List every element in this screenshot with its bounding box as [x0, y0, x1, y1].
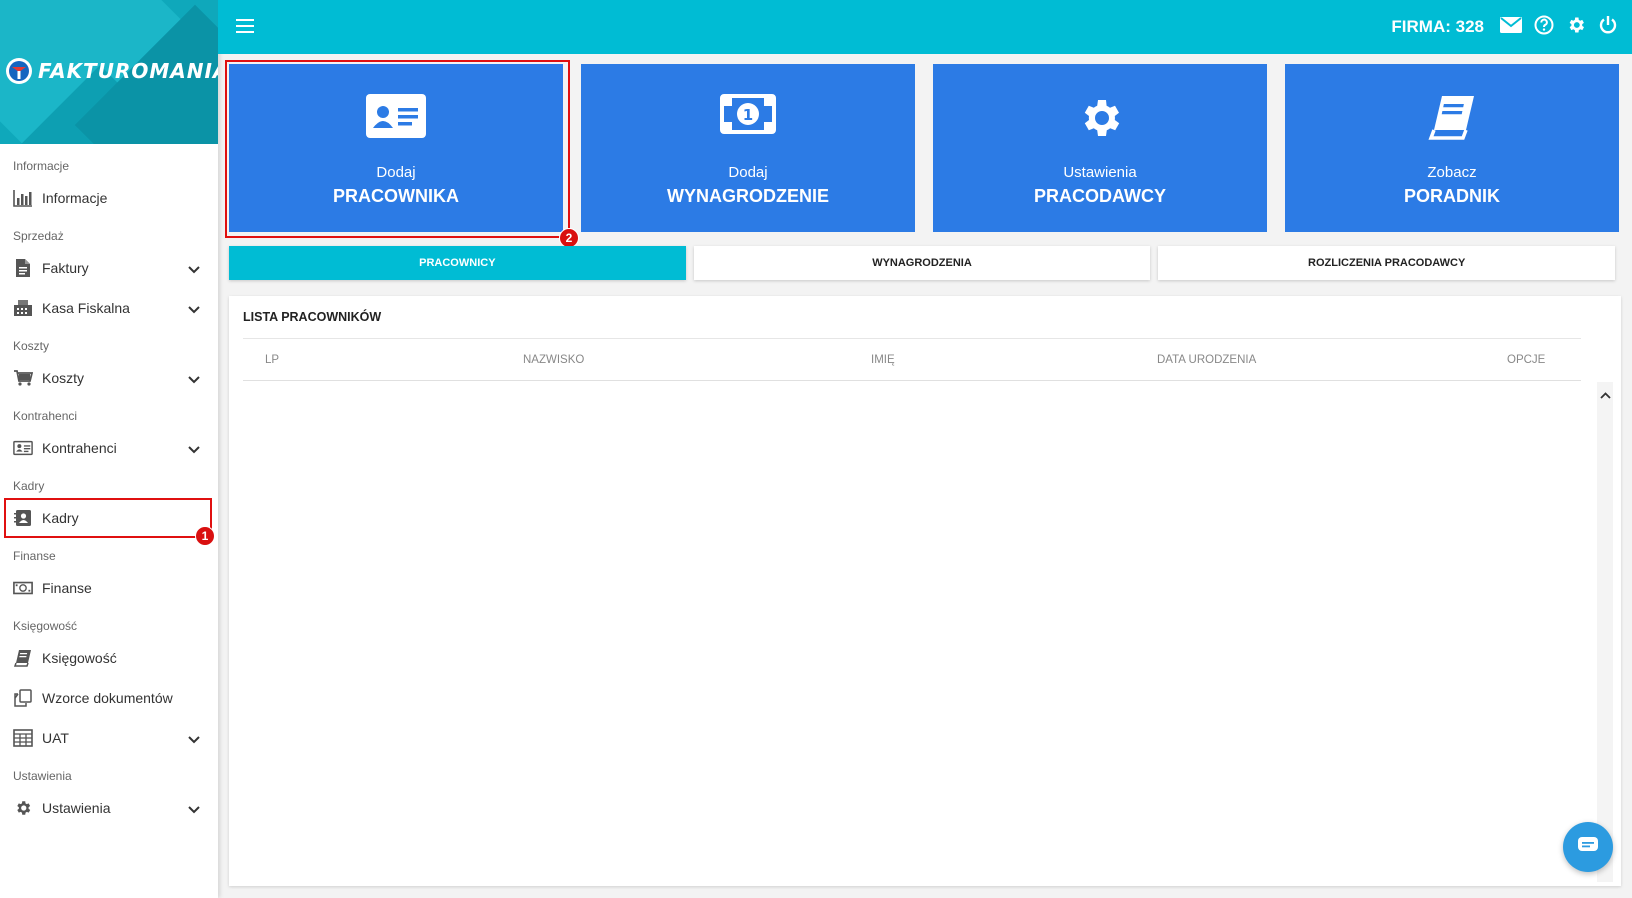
tile-line1: Dodaj — [728, 164, 768, 181]
nav-section-kadry: Kadry — [13, 479, 45, 493]
tile-guide[interactable]: Zobacz PORADNIK — [1285, 64, 1619, 232]
chat-icon — [1577, 836, 1599, 859]
sidebar: FAKTUROMANIA Informacje Informacje Sprze… — [0, 0, 218, 898]
gear-icon[interactable] — [1566, 15, 1586, 40]
sidebar-item-label: Informacje — [42, 190, 108, 206]
book-icon — [13, 649, 33, 667]
money-icon — [13, 579, 33, 597]
column-header-opcje[interactable]: OPCJE — [1507, 354, 1545, 366]
tile-employer-settings[interactable]: Ustawienia PRACODAWCY — [933, 64, 1267, 232]
sidebar-item-label: Finanse — [42, 580, 92, 596]
topbar: FIRMA: 328 — [218, 0, 1632, 54]
scrollbar[interactable] — [1597, 382, 1613, 882]
company-label: FIRMA: 328 — [1391, 17, 1484, 36]
tile-add-salary[interactable]: 1 Dodaj WYNAGRODZENIE — [581, 64, 915, 232]
sidebar-item-uat[interactable]: UAT — [0, 718, 218, 758]
gear-icon — [1076, 94, 1124, 147]
chevron-up-icon[interactable] — [1600, 386, 1611, 404]
tile-line2: PORADNIK — [1403, 186, 1500, 206]
cart-icon — [13, 369, 33, 387]
mail-icon[interactable] — [1500, 16, 1522, 38]
gear-icon — [13, 799, 33, 817]
nav-section-finanse: Finanse — [13, 549, 56, 563]
nav-section-sprzedaz: Sprzedaż — [13, 229, 64, 243]
logo-area: FAKTUROMANIA — [0, 0, 218, 144]
power-icon[interactable] — [1598, 15, 1618, 40]
logo[interactable]: FAKTUROMANIA — [6, 58, 218, 84]
sidebar-item-label: Ustawienia — [42, 800, 111, 816]
sidebar-item-label: Księgowość — [42, 650, 117, 666]
sidebar-item-label: Faktury — [42, 260, 89, 276]
cash-register-icon — [13, 299, 33, 317]
sidebar-nav: Informacje Informacje Sprzedaż Faktury K… — [0, 144, 218, 828]
sidebar-item-kontrahenci[interactable]: Kontrahenci — [0, 428, 218, 468]
employee-list-panel: LISTA PRACOWNIKÓW LP NAZWISKO IMIĘ DATA … — [229, 296, 1621, 886]
sidebar-item-finanse[interactable]: Finanse — [0, 568, 218, 608]
calculator-icon — [13, 729, 33, 747]
id-card-icon — [13, 439, 33, 457]
sidebar-item-kasa-fiskalna[interactable]: Kasa Fiskalna — [0, 288, 218, 328]
help-icon[interactable] — [1534, 15, 1554, 40]
chevron-down-icon[interactable] — [188, 731, 200, 747]
tab-pracownicy[interactable]: PRACOWNICY — [229, 246, 686, 280]
sidebar-item-label: UAT — [42, 730, 69, 746]
column-header-imie[interactable]: IMIĘ — [871, 354, 895, 366]
document-icon — [13, 259, 33, 277]
chevron-down-icon[interactable] — [188, 371, 200, 387]
sidebar-item-faktury[interactable]: Faktury — [0, 248, 218, 288]
nav-section-ksiegowosc: Księgowość — [13, 619, 78, 633]
chevron-down-icon[interactable] — [188, 801, 200, 817]
copy-icon — [13, 689, 33, 707]
hamburger-menu-icon[interactable] — [236, 18, 254, 34]
sidebar-item-informacje[interactable]: Informacje — [0, 178, 218, 218]
book-icon — [1428, 94, 1476, 145]
table-header: LP NAZWISKO IMIĘ DATA URODZENIA OPCJE — [243, 339, 1581, 381]
sidebar-item-label: Kasa Fiskalna — [42, 300, 130, 316]
sidebar-item-label: Kontrahenci — [42, 440, 117, 456]
chat-button[interactable] — [1563, 822, 1613, 872]
column-header-lp[interactable]: LP — [265, 354, 279, 366]
tile-line2: PRACODAWCY — [1033, 186, 1166, 206]
bar-chart-icon — [13, 189, 33, 207]
chevron-down-icon[interactable] — [188, 301, 200, 317]
nav-section-ustawienia: Ustawienia — [13, 769, 72, 783]
tile-line2: WYNAGRODZENIE — [667, 186, 829, 206]
chevron-down-icon[interactable] — [188, 261, 200, 277]
sidebar-item-kadry[interactable]: Kadry 1 — [4, 498, 215, 546]
logo-mark-icon — [6, 58, 32, 84]
sidebar-item-label: Wzorce dokumentów — [42, 690, 173, 706]
tile-line1: Zobacz — [1427, 164, 1477, 181]
annotation-highlight-tile: 2 — [225, 60, 579, 248]
svg-text:1: 1 — [743, 106, 753, 124]
nav-section-koszty: Koszty — [13, 339, 50, 353]
tile-line1: Ustawienia — [1063, 164, 1137, 181]
sidebar-item-ustawienia[interactable]: Ustawienia — [0, 788, 218, 828]
sidebar-item-label: Kadry — [42, 510, 79, 526]
topbar-actions: FIRMA: 328 — [1391, 0, 1618, 54]
annotation-badge-1: 1 — [195, 526, 215, 546]
column-header-nazwisko[interactable]: NAZWISKO — [523, 354, 584, 366]
sidebar-item-label: Koszty — [42, 370, 85, 386]
contact-book-icon — [13, 509, 33, 527]
logo-text: FAKTUROMANIA — [38, 59, 218, 83]
nav-section-informacje: Informacje — [13, 159, 70, 173]
tab-wynagrodzenia[interactable]: WYNAGRODZENIA — [693, 246, 1151, 280]
sidebar-item-wzorce-dokumentow[interactable]: Wzorce dokumentów — [0, 678, 218, 718]
annotation-badge-2: 2 — [559, 228, 579, 248]
tab-rozliczenia-pracodawcy[interactable]: ROZLICZENIA PRACODAWCY — [1158, 246, 1616, 280]
column-header-data-urodzenia[interactable]: DATA URODZENIA — [1157, 354, 1256, 366]
panel-title: LISTA PRACOWNIKÓW — [243, 310, 382, 324]
sidebar-item-koszty[interactable]: Koszty — [0, 358, 218, 398]
sidebar-item-ksiegowosc[interactable]: Księgowość — [0, 638, 218, 678]
money-icon: 1 — [720, 94, 776, 139]
chevron-down-icon[interactable] — [188, 441, 200, 457]
nav-section-kontrahenci: Kontrahenci — [13, 409, 78, 423]
tab-bar: PRACOWNICY WYNAGRODZENIA ROZLICZENIA PRA… — [229, 246, 1616, 282]
